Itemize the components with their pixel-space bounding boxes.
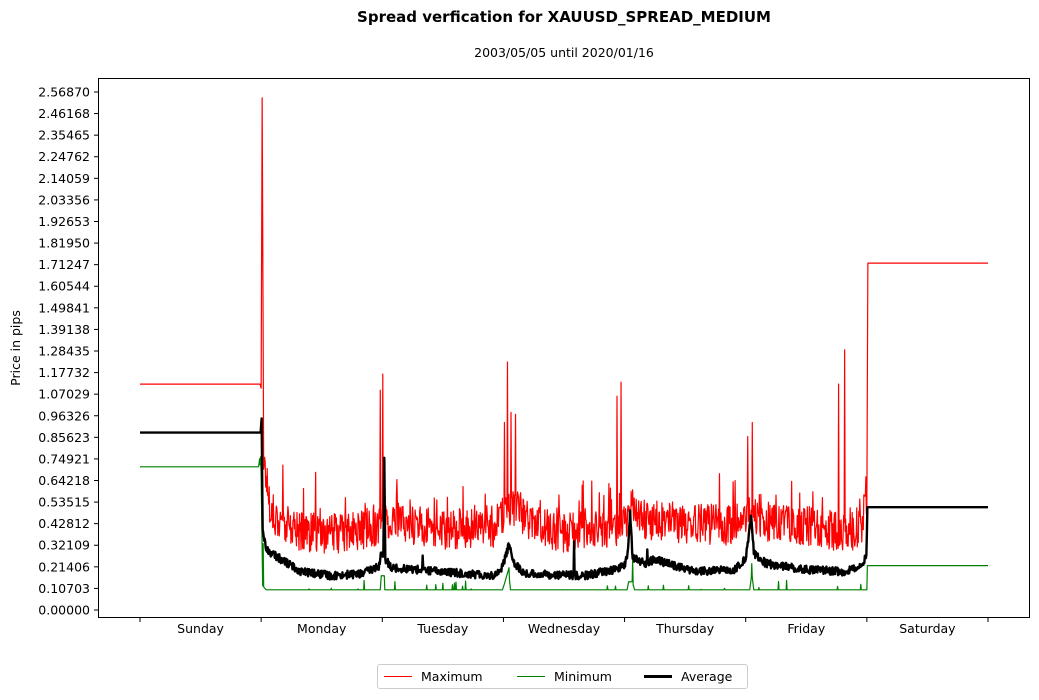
y-tick-label: 0.32109 <box>38 538 90 553</box>
legend-swatch-minimum <box>517 676 545 677</box>
x-tick-label: Tuesday <box>416 621 468 636</box>
y-tick-label: 0.64218 <box>38 473 90 488</box>
y-tick-label: 1.28435 <box>38 344 90 359</box>
y-axis: 0.00000 0.10703 0.21406 0.32109 0.42812 0.535… <box>38 85 99 618</box>
y-tick-label: 2.46168 <box>38 106 90 121</box>
legend-swatch-maximum <box>384 676 412 677</box>
y-tick-label: 0.00000 <box>38 603 90 618</box>
y-tick-label: 0.42812 <box>38 516 90 531</box>
y-axis-label: Price in pips <box>8 310 23 386</box>
x-tick-label: Thursday <box>655 621 715 636</box>
x-tick-label: Wednesday <box>528 621 601 636</box>
series-layer <box>139 97 989 591</box>
legend-label-minimum: Minimum <box>554 669 612 684</box>
y-tick-label: 2.14059 <box>38 171 90 186</box>
x-tick-label: Sunday <box>177 621 224 636</box>
y-tick-label: 2.03356 <box>38 192 90 207</box>
x-tick-label: Friday <box>787 621 825 636</box>
legend-label-average: Average <box>681 669 733 684</box>
legend: Maximum Minimum Average <box>377 664 748 689</box>
x-tick-label: Saturday <box>899 621 956 636</box>
y-tick-label: 1.49841 <box>38 300 90 315</box>
y-tick-label: 1.17732 <box>38 365 90 380</box>
x-axis: Sunday Monday Tuesday Wednesday Thursday Frid… <box>139 617 989 636</box>
y-tick-label: 0.21406 <box>38 559 90 574</box>
y-tick-label: 0.74921 <box>38 451 90 466</box>
y-tick-label: 2.35465 <box>38 128 90 143</box>
legend-label-maximum: Maximum <box>421 669 483 684</box>
y-tick-label: 0.96326 <box>38 408 90 423</box>
y-tick-label: 0.53515 <box>38 495 90 510</box>
y-tick-label: 1.81950 <box>38 236 90 251</box>
series-line-maximum <box>139 97 989 554</box>
y-tick-label: 2.24762 <box>38 149 90 164</box>
legend-swatch-average <box>644 675 672 678</box>
y-tick-label: 0.10703 <box>38 581 90 596</box>
y-tick-label: 1.92653 <box>38 214 90 229</box>
legend-item-maximum: Maximum <box>384 669 483 684</box>
chart-canvas: 0.00000 0.10703 0.21406 0.32109 0.42812 0.535… <box>8 78 1030 636</box>
y-tick-label: 1.07029 <box>38 387 90 402</box>
y-tick-label: 2.56870 <box>38 85 90 100</box>
y-tick-label: 0.85623 <box>38 430 90 445</box>
x-tick-label: Monday <box>297 621 347 636</box>
y-tick-label: 1.60544 <box>38 279 90 294</box>
legend-item-minimum: Minimum <box>517 669 612 684</box>
legend-item-average: Average <box>644 669 732 684</box>
series-line-average <box>139 417 989 581</box>
y-tick-label: 1.39138 <box>38 322 90 337</box>
y-tick-label: 1.71247 <box>38 257 90 272</box>
